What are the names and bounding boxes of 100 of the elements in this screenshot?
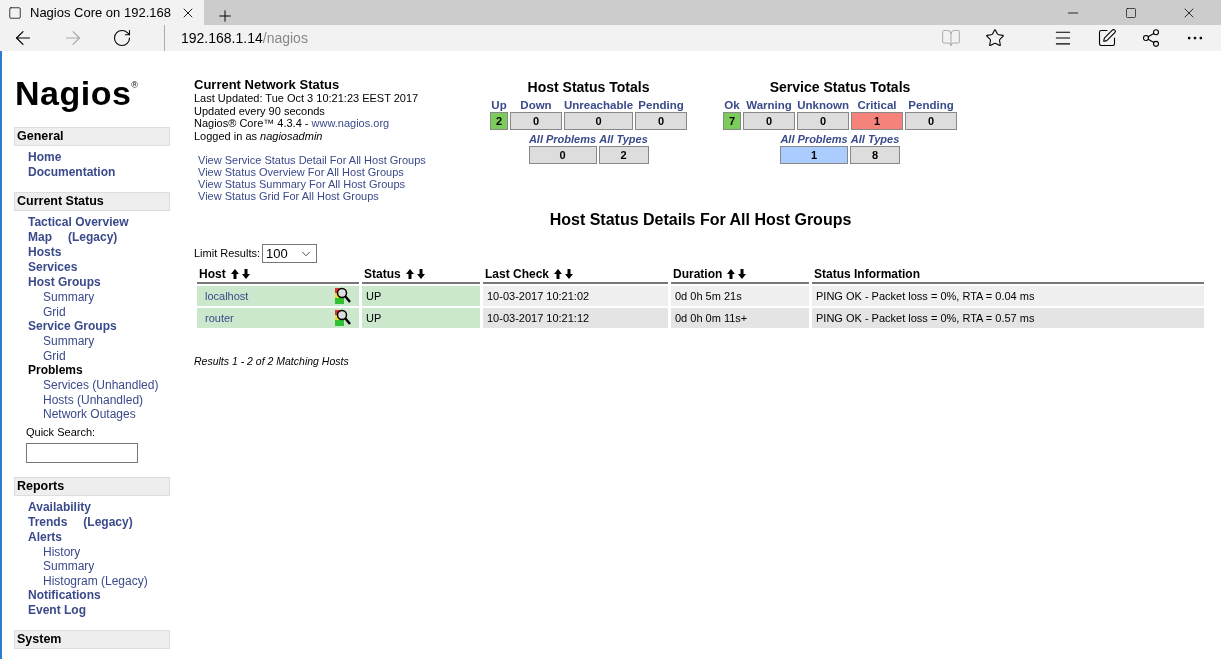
- sidebar-link[interactable]: Hosts: [28, 245, 62, 260]
- username-text: nagiosadmin: [260, 129, 323, 142]
- sidebar-sublink[interactable]: Summary: [43, 290, 95, 304]
- status-count[interactable]: 0: [905, 112, 958, 130]
- status-count[interactable]: 7: [723, 112, 742, 130]
- sort-arrows-icon[interactable]: [553, 268, 576, 280]
- summary-count[interactable]: 0: [528, 146, 597, 164]
- status-total-link[interactable]: Critical: [857, 99, 897, 111]
- duration-cell: 0d 0h 5m 21s: [671, 286, 809, 306]
- last-check-cell: 10-03-2017 10:21:12: [483, 308, 668, 328]
- new-tab-icon[interactable]: [216, 7, 234, 25]
- note-pen-icon[interactable]: [1097, 28, 1117, 48]
- summary-count[interactable]: 1: [780, 146, 849, 164]
- status-view-link[interactable]: View Status Overview For All Host Groups: [198, 166, 486, 178]
- status-info-cell: PING OK - Packet loss = 0%, RTA = 0.57 ms: [812, 308, 1204, 328]
- status-count[interactable]: 1: [851, 112, 904, 130]
- status-total-link[interactable]: Up: [491, 99, 507, 111]
- status-view-link[interactable]: View Status Summary For All Host Groups: [198, 178, 486, 190]
- sidebar-sublink[interactable]: History: [43, 544, 81, 559]
- sidebar-link[interactable]: Notifications: [28, 588, 101, 603]
- sidebar-link[interactable]: Service Groups: [28, 319, 117, 334]
- host-graph-magnifier-icon[interactable]: [335, 287, 351, 305]
- sidebar-sublink[interactable]: Grid: [43, 348, 66, 363]
- status-count[interactable]: 0: [635, 112, 688, 130]
- legacy-link[interactable]: (Legacy): [83, 514, 133, 530]
- sidebar-link[interactable]: Trends: [28, 514, 68, 530]
- sidebar-link[interactable]: Documentation: [28, 165, 116, 180]
- summary-count[interactable]: 2: [598, 146, 649, 164]
- sidebar-label: Problems: [28, 363, 83, 378]
- host-graph-magnifier-icon[interactable]: [335, 309, 351, 327]
- sidebar-sublink[interactable]: Network Outages: [43, 407, 136, 421]
- nagios-logo[interactable]: Nagios: [15, 75, 132, 111]
- share-icon[interactable]: [1141, 28, 1161, 48]
- favorite-star-icon[interactable]: [985, 28, 1005, 48]
- status-total-link[interactable]: Pending: [638, 99, 684, 111]
- sort-arrows-icon[interactable]: [404, 268, 427, 280]
- nagios-website-link[interactable]: www.nagios.org: [311, 117, 390, 129]
- status-count[interactable]: 0: [510, 112, 562, 130]
- totals-title: Host Status Totals: [527, 78, 650, 97]
- sort-arrows-icon[interactable]: [726, 268, 749, 280]
- tab-page-icon: [8, 5, 22, 20]
- column-header: Duration: [673, 266, 723, 282]
- tab-title: Nagios Core on 192.168: [30, 3, 171, 22]
- quick-search-field[interactable]: [26, 442, 138, 463]
- sidebar-link[interactable]: Alerts: [28, 529, 62, 545]
- host-link[interactable]: localhost: [205, 287, 249, 305]
- sidebar-link[interactable]: Availability: [28, 499, 91, 515]
- status-total-link[interactable]: Warning: [746, 99, 792, 111]
- sidebar-section-header: Reports: [14, 476, 170, 496]
- quick-search-label: Quick Search:: [26, 424, 97, 439]
- refresh-icon[interactable]: [112, 28, 132, 48]
- sidebar-link[interactable]: Tactical Overview: [28, 215, 129, 230]
- sidebar-link[interactable]: Host Groups: [28, 275, 101, 290]
- summary-count[interactable]: 8: [850, 146, 901, 164]
- summary-link[interactable]: All Types: [599, 133, 648, 145]
- summary-link[interactable]: All Types: [850, 133, 900, 145]
- summary-link[interactable]: All Problems: [780, 133, 848, 145]
- sidebar-sublink[interactable]: Grid: [43, 304, 66, 319]
- status-cell: UP: [362, 308, 480, 328]
- status-cell: UP: [362, 286, 480, 306]
- sidebar-link[interactable]: Map: [28, 230, 52, 245]
- sidebar-sublink[interactable]: Histogram (Legacy): [43, 573, 148, 588]
- update-interval-text: Updated every 90 seconds: [194, 104, 326, 117]
- status-total-link[interactable]: Down: [520, 99, 552, 111]
- sidebar-link[interactable]: Event Log: [28, 603, 86, 618]
- status-total-link[interactable]: Pending: [908, 99, 954, 111]
- legacy-link[interactable]: (Legacy): [68, 230, 118, 245]
- host-link[interactable]: router: [205, 309, 234, 327]
- sidebar-sublink[interactable]: Services (Unhandled): [43, 378, 159, 392]
- totals-title: Service Status Totals: [769, 78, 911, 97]
- last-check-cell: 10-03-2017 10:21:02: [483, 286, 668, 306]
- status-count[interactable]: 0: [564, 112, 634, 130]
- status-count[interactable]: 0: [743, 112, 796, 130]
- sidebar-link[interactable]: Home: [28, 150, 62, 165]
- status-total-link[interactable]: Unknown: [797, 99, 849, 111]
- status-view-link[interactable]: View Status Grid For All Host Groups: [198, 190, 486, 202]
- browser-tab[interactable]: Nagios Core on 192.168: [0, 0, 204, 25]
- limit-results-dropdown[interactable]: 100: [262, 244, 318, 263]
- duration-cell: 0d 0h 0m 11s+: [671, 308, 809, 328]
- summary-link[interactable]: All Problems: [528, 133, 597, 145]
- status-total-link[interactable]: Ok: [724, 99, 740, 111]
- sidebar-link[interactable]: Services: [28, 260, 78, 275]
- column-header: Host: [199, 266, 226, 282]
- limit-results-label: Limit Results:: [194, 246, 261, 262]
- sort-arrows-icon[interactable]: [229, 268, 252, 280]
- version-text: Nagios® Core™ 4.3.4 -: [194, 117, 310, 129]
- address-field[interactable]: 192.168.1.14/nagios: [181, 27, 308, 49]
- maximize-icon[interactable]: [1125, 6, 1137, 19]
- column-header: Last Check: [485, 266, 550, 282]
- status-total-link[interactable]: Unreachable: [564, 99, 634, 111]
- sidebar-sublink[interactable]: Summary: [43, 559, 95, 573]
- last-updated-text: Last Updated: Tue Oct 3 10:21:23 EEST 2017: [194, 92, 420, 105]
- network-status-title: Current Network Status: [194, 77, 341, 92]
- sidebar-sublink[interactable]: Hosts (Unhandled): [43, 392, 144, 407]
- status-count[interactable]: 0: [797, 112, 850, 130]
- sidebar-section-header: Current Status: [14, 192, 170, 211]
- logged-in-text: Logged in as: [194, 129, 258, 142]
- sidebar-sublink[interactable]: Summary: [43, 334, 95, 348]
- status-count[interactable]: 2: [490, 112, 508, 130]
- status-view-link[interactable]: View Service Status Detail For All Host Groups: [198, 154, 486, 166]
